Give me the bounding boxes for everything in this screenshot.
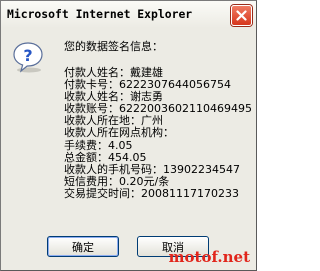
message-heading: 您的数据签名信息： (64, 40, 163, 53)
question-icon: ? (13, 42, 43, 73)
title-bar[interactable]: Microsoft Internet Explorer (1, 1, 256, 28)
dialog-body: ? 您的数据签名信息： 付款人姓名：戴建雄 付款卡号：6222307644056… (1, 28, 256, 270)
ok-button[interactable]: 确定 (47, 236, 119, 257)
dialog-window: Microsoft Internet Explorer ? 您的数据签名信息： … (0, 0, 257, 271)
message-line: 交易提交时间：20081117170233 (64, 187, 239, 200)
watermark: motof.net (168, 248, 250, 266)
svg-text:?: ? (23, 46, 32, 65)
message-line: 收款人所在网点机构： (64, 126, 174, 139)
window-title: Microsoft Internet Explorer (7, 7, 193, 21)
close-icon (236, 10, 247, 21)
close-button[interactable] (231, 5, 252, 26)
